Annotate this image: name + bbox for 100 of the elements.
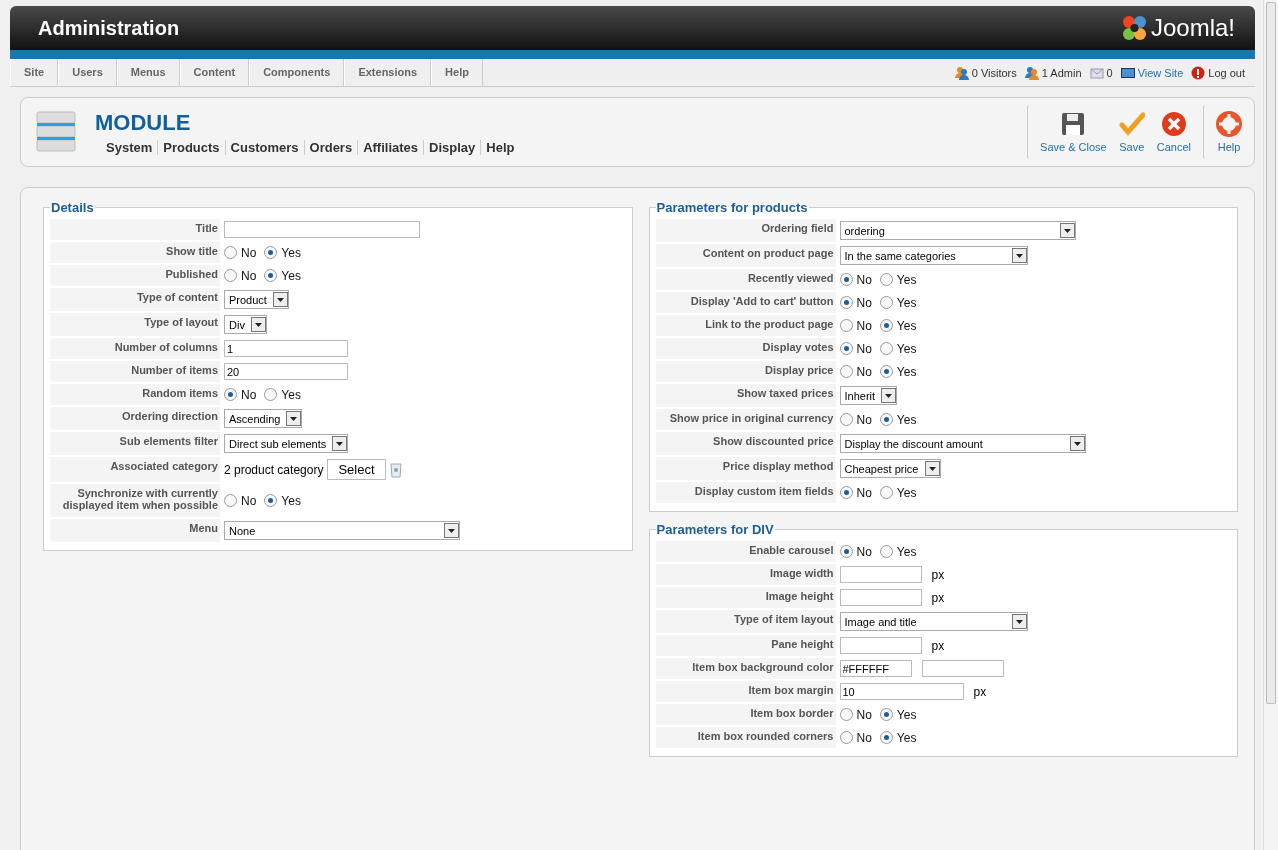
field-label: Title (50, 219, 220, 240)
radio-button[interactable] (264, 494, 278, 507)
status-link[interactable]: Log out (1208, 66, 1245, 79)
menu-item[interactable]: Help (431, 59, 483, 86)
option-label: No (856, 272, 872, 287)
section-legend: Parameters for DIV (655, 522, 775, 537)
option-label: Yes (281, 387, 301, 402)
radio-button[interactable] (879, 273, 893, 286)
option-label: No (856, 707, 872, 722)
submenu-link[interactable]: Products (157, 139, 225, 155)
field-label: Number of items (50, 361, 220, 382)
submenu-link[interactable]: Display (423, 139, 481, 155)
radio-button[interactable] (224, 269, 237, 282)
radio-button[interactable] (879, 296, 893, 309)
dropdown[interactable]: In the same categories (839, 246, 1028, 265)
menu-item[interactable]: Content (179, 59, 250, 86)
envelope-icon (1089, 65, 1104, 80)
radio-button[interactable] (839, 296, 853, 309)
select-button[interactable]: Select (327, 459, 386, 480)
radio-button[interactable] (839, 708, 853, 721)
status-link[interactable]: View Site (1137, 66, 1184, 79)
radio-button[interactable] (264, 269, 278, 282)
dropdown[interactable]: Product (224, 290, 289, 309)
dropdown[interactable]: Image and title (839, 612, 1028, 631)
dropdown[interactable]: None (224, 521, 460, 540)
section-legend: Parameters for products (655, 200, 809, 215)
field-label: Pane height (655, 635, 836, 656)
radio-button[interactable] (839, 545, 853, 558)
radio-button[interactable] (839, 365, 853, 378)
page-title: MODULE (95, 109, 192, 136)
input-field[interactable] (224, 221, 420, 238)
option-label: Yes (896, 707, 917, 722)
field-label: Sub elements filter (50, 432, 220, 455)
submenu-link[interactable]: Orders (303, 139, 358, 155)
menu-item[interactable]: Site (10, 59, 59, 86)
category-text: 2 product category (224, 462, 324, 477)
input-field[interactable]: #FFFFFF (839, 660, 912, 677)
radio-button[interactable] (879, 319, 893, 332)
radio-button[interactable] (264, 388, 278, 401)
radio-button[interactable] (879, 708, 893, 721)
input-field[interactable] (839, 589, 922, 606)
field-label: Random items (50, 384, 220, 405)
submenu-link[interactable]: System (101, 139, 158, 155)
toolbar-button[interactable]: Help (1210, 111, 1248, 153)
option-label: No (241, 245, 257, 260)
option-label: No (856, 364, 872, 379)
dropdown[interactable]: Cheapest price (839, 459, 941, 478)
radio-button[interactable] (879, 545, 893, 558)
field-label: Price display method (655, 457, 836, 480)
radio-button[interactable] (879, 342, 893, 355)
section-legend: Details (50, 200, 95, 215)
radio-button[interactable] (839, 731, 853, 744)
submenu-link[interactable]: Help (480, 139, 520, 155)
submenu-link[interactable]: Affiliates (357, 139, 424, 155)
radio-button[interactable] (879, 413, 893, 426)
radio-button[interactable] (839, 319, 853, 332)
input-field[interactable] (839, 637, 922, 654)
users-icon (954, 65, 969, 80)
radio-button[interactable] (839, 342, 853, 355)
trash-can-icon (389, 461, 402, 478)
radio-button[interactable] (264, 246, 278, 259)
toolbar-button[interactable]: Save & Close (1034, 111, 1113, 153)
radio-button[interactable] (224, 246, 237, 259)
input-field[interactable]: 20 (224, 363, 348, 380)
radio-button[interactable] (879, 731, 893, 744)
option-label: No (856, 412, 872, 427)
field-label: Item box border (655, 704, 836, 725)
option-label: Yes (896, 364, 917, 379)
input-field[interactable] (839, 566, 922, 583)
dropdown[interactable]: Direct sub elements (224, 434, 349, 453)
menu-item[interactable]: Components (249, 59, 345, 86)
dropdown[interactable]: Ascending (224, 409, 303, 428)
menu-item[interactable]: Extensions (344, 59, 432, 86)
option-label: Yes (896, 544, 917, 559)
radio-button[interactable] (224, 388, 237, 401)
dropdown[interactable]: Inherit (839, 386, 898, 405)
radio-button[interactable] (224, 494, 237, 507)
field-label: Image width (655, 564, 836, 585)
menu-item[interactable]: Users (58, 59, 117, 86)
field-label: Number of columns (50, 338, 220, 359)
input-field[interactable]: 1 (224, 340, 348, 357)
toolbar-button[interactable]: Save (1112, 111, 1151, 153)
radio-button[interactable] (879, 486, 893, 499)
life-buoy-icon (1216, 111, 1242, 137)
field-label: Content on product page (655, 244, 836, 267)
input-field[interactable]: 10 (839, 683, 964, 700)
dropdown[interactable]: Display the discount amount (839, 434, 1086, 453)
radio-button[interactable] (879, 365, 893, 378)
field-label: Synchronize with currently displayed item when possible (50, 484, 220, 517)
toolbar-button[interactable]: Cancel (1150, 111, 1197, 153)
input-field[interactable] (921, 660, 1004, 677)
dropdown[interactable]: Div (224, 315, 267, 334)
radio-button[interactable] (839, 413, 853, 426)
dropdown[interactable]: ordering (839, 221, 1076, 240)
field-label: Item box background color (655, 658, 836, 679)
submenu-link[interactable]: Customers (224, 139, 304, 155)
radio-button[interactable] (839, 273, 853, 286)
menu-item[interactable]: Menus (116, 59, 180, 86)
radio-button[interactable] (839, 486, 853, 499)
option-label: No (856, 730, 872, 745)
